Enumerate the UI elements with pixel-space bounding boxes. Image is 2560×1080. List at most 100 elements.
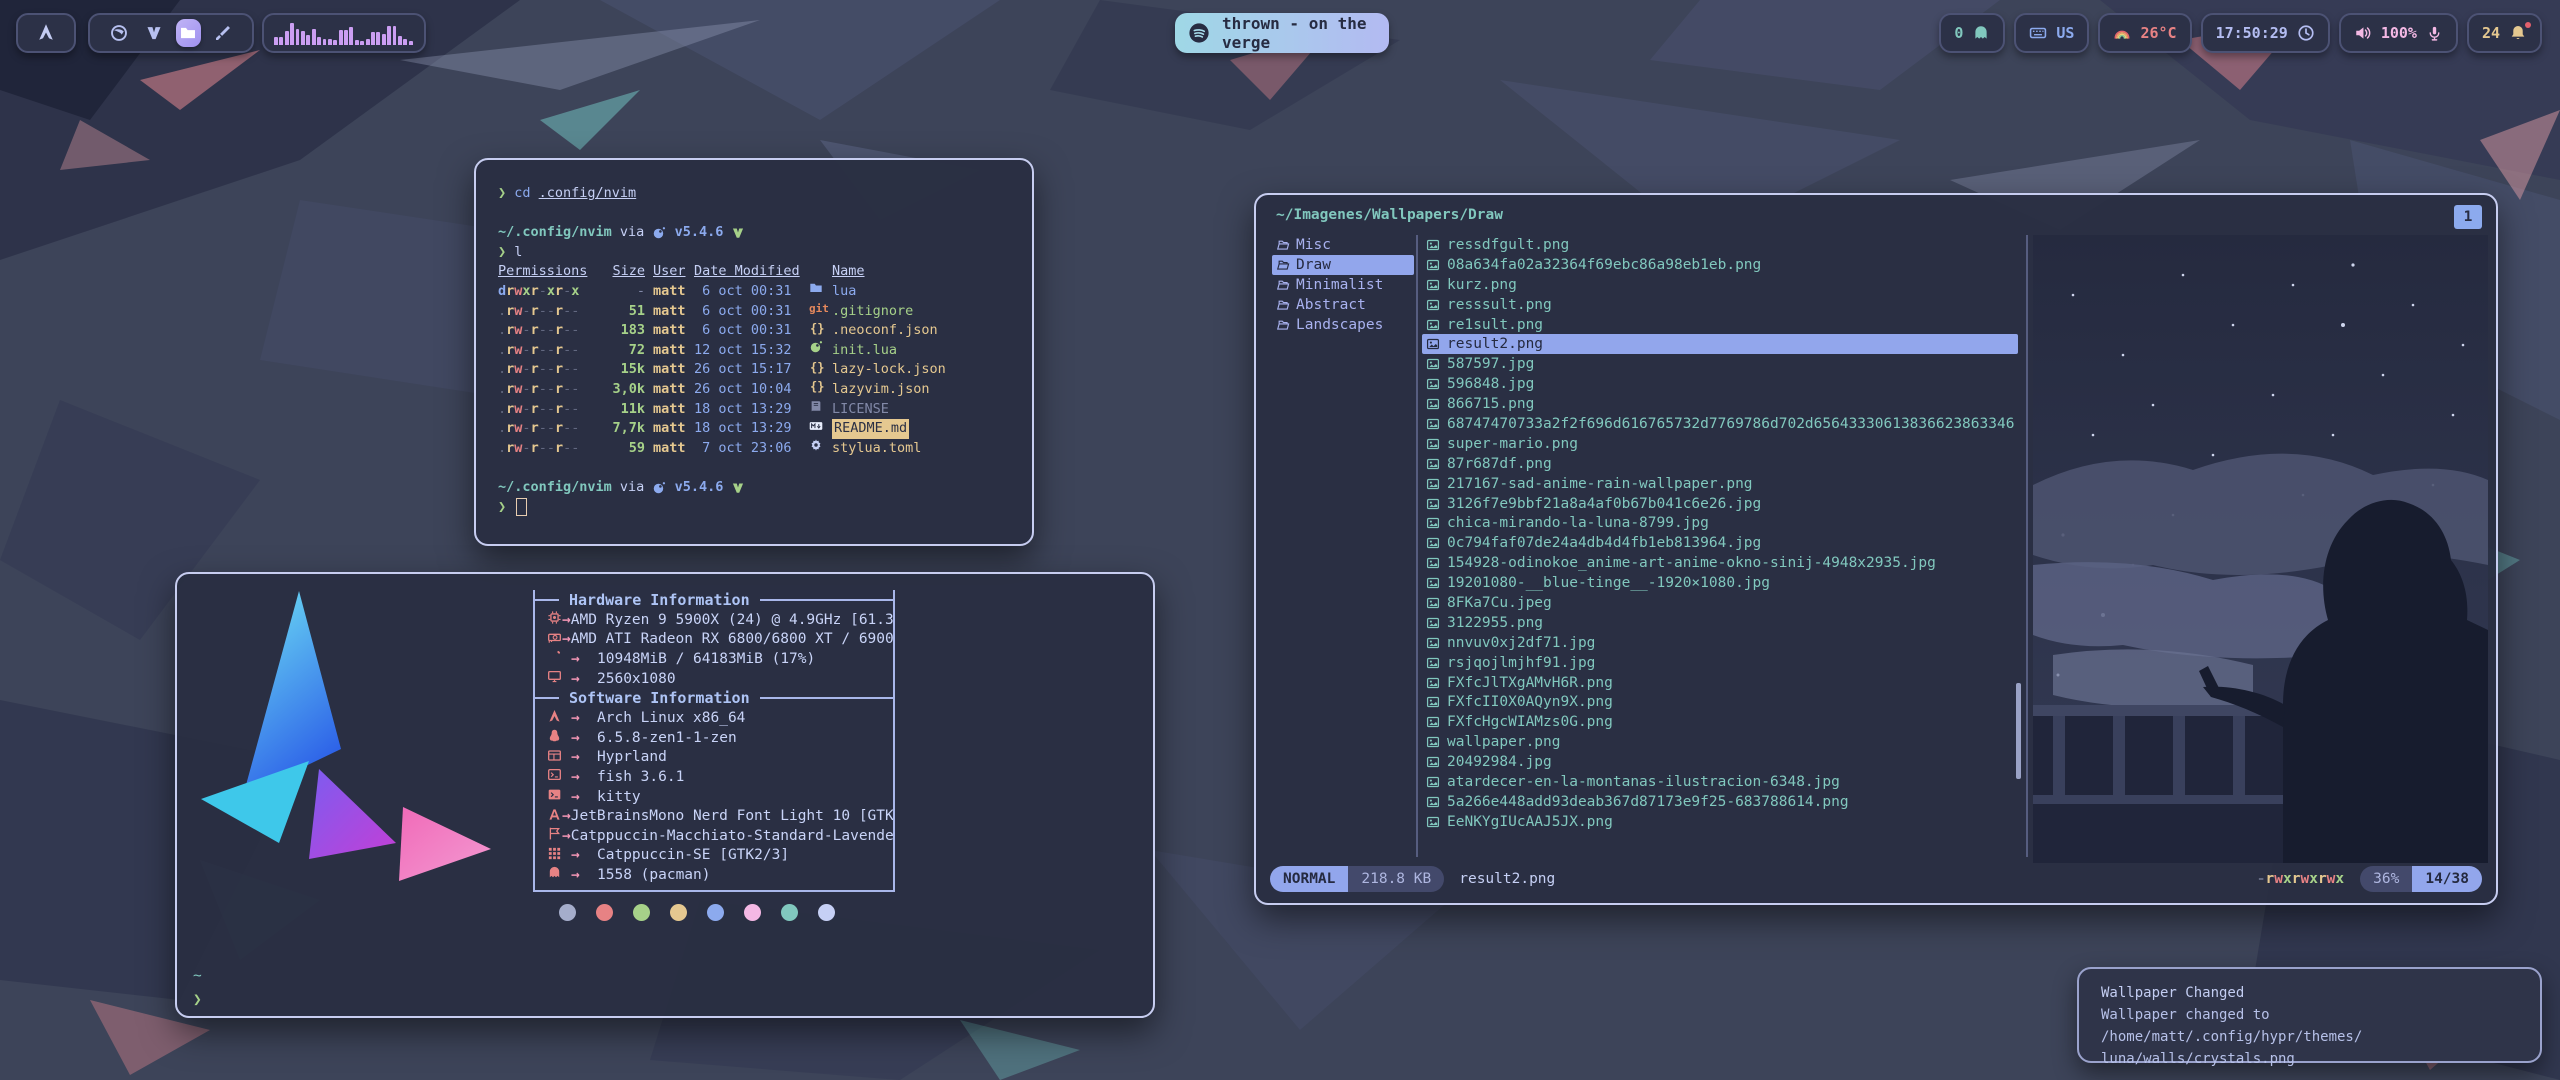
image-icon [1426,715,1440,729]
file-name: 08a634fa02a32364f69ebc86a98eb1eb.png [1447,257,1761,273]
file-list-item[interactable]: 217167-sad-anime-rain-wallpaper.png [1422,474,2018,494]
file-list-scrollbar[interactable] [2016,683,2021,779]
fetch-info-row: →kitty [535,787,893,807]
file-list-item[interactable]: super-mario.png [1422,434,2018,454]
kernel-icon [547,728,571,747]
dock-app-files[interactable] [176,19,202,47]
image-icon [1426,516,1440,530]
tray-updates[interactable]: 0 [1939,13,2005,53]
file-name: .gitignore [832,302,913,322]
tray-clock[interactable]: 17:50:29 [2201,13,2330,53]
folder-open-icon [1276,298,1290,312]
file-row[interactable]: drwxr-xr-x-matt 6 oct 00:31lua [498,282,1018,302]
now-playing-widget[interactable]: thrown - on the verge [1175,13,1389,53]
fetch-window[interactable]: Hardware Information →AMD Ryzen 9 5900X … [175,572,1155,1018]
file-list-item[interactable]: 87r687df.png [1422,454,2018,474]
file-list-item[interactable]: wallpaper.png [1422,732,2018,752]
file-list-item[interactable]: 866715.png [1422,394,2018,414]
grid-icon [547,846,571,865]
prompt-symbol: ❯ [193,988,202,1012]
file-list-item[interactable]: re1sult.png [1422,315,2018,335]
visualizer-bar [355,40,359,45]
file-row[interactable]: .rw-r--r--11kmatt18 oct 13:29LICENSE [498,400,1018,420]
dock-app-paint[interactable] [210,19,236,47]
lua-icon [652,481,666,495]
list-position-badge: 14/38 [2412,866,2482,892]
file-list-item[interactable]: EeNKYgIUcAAJ5JX.png [1422,812,2018,832]
user: matt [653,341,694,361]
file-list-item[interactable]: ressdfgult.png [1422,235,2018,255]
file-list-item[interactable]: 5a266e448add93deab367d87173e9f25-6837886… [1422,792,2018,812]
file-list-item[interactable]: FXfcII0X0AQyn9X.png [1422,692,2018,712]
file-list-item[interactable]: rsjqojlmjhf91.jpg [1422,653,2018,673]
file-list-item[interactable]: 20492984.jpg [1422,752,2018,772]
file-list-item[interactable]: 587597.jpg [1422,354,2018,374]
svg-text:{}: {} [810,321,824,335]
file-row[interactable]: .rw-r--r--183matt 6 oct 00:31{}.neoconf.… [498,321,1018,341]
text: 7 oct 23:06 [694,440,792,456]
file-list-item[interactable]: 68747470733a2f2f696d616765732d7769786d70… [1422,414,2018,434]
rainbow-icon [2113,24,2131,42]
software-title: Software Information [559,689,760,707]
tab-badge[interactable]: 1 [2454,205,2482,229]
file-name: 8FKa7Cu.jpeg [1447,595,1552,611]
arrow-icon: → [571,867,597,883]
tray-notifications[interactable]: 24 [2467,13,2542,53]
text: matt [653,322,686,338]
folder-sidebar: MiscDrawMinimalistAbstractLandscapes [1272,235,1414,335]
file-list-item[interactable]: 3122955.png [1422,613,2018,633]
file-manager-window[interactable]: ~/Imagenes/Wallpapers/Draw 1 MiscDrawMin… [1254,193,2498,905]
text: Permissions [498,263,587,279]
file-list-item[interactable]: 8FKa7Cu.jpeg [1422,593,2018,613]
sidebar-item-misc[interactable]: Misc [1272,235,1414,255]
file-list-item[interactable]: chica-mirando-la-luna-8799.jpg [1422,513,2018,533]
file-list-item[interactable]: 596848.jpg [1422,374,2018,394]
file-list-item[interactable]: 0c794faf07de24a4db4d4fb1eb813964.jpg [1422,533,2018,553]
lua-icon [809,340,823,354]
visualizer-bar [409,41,413,45]
font-icon [547,807,562,822]
sidebar-item-abstract[interactable]: Abstract [1272,295,1414,315]
pane-divider-right [2026,235,2028,857]
file-row[interactable]: .rw-r--r--59matt 7 oct 23:06stylua.toml [498,439,1018,459]
tray-volume[interactable]: 100% [2339,13,2458,53]
app-launcher-button[interactable] [16,13,76,53]
visualizer-bar [360,41,364,45]
wm-icon [547,748,571,767]
file-row[interactable]: .rw-r--r--7,7kmatt18 oct 13:29README.md [498,419,1018,439]
file-list-item[interactable]: 19201080-__blue-tinge__-1920×1080.jpg [1422,573,2018,593]
tray-keyboard-layout[interactable]: US [2014,13,2089,53]
file-type [809,340,825,361]
file-list-item[interactable]: FXfcJlTXgAMvH6R.png [1422,673,2018,693]
arch-logo-icon [547,709,562,724]
sidebar-item-draw[interactable]: Draw [1272,255,1414,275]
file-row[interactable]: .rw-r--r--51matt 6 oct 00:31git.gitignor… [498,302,1018,322]
terminal-window[interactable]: ❯ cd .config/nvim~/.config/nvim via v5.4… [474,158,1034,546]
tray-weather[interactable]: 26°C [2098,13,2191,53]
dock-app-vim[interactable] [141,19,167,47]
arrow-icon: → [562,631,571,647]
file-list-item[interactable]: nnvuv0xj2df71.jpg [1422,633,2018,653]
file-row[interactable]: .rw-r--r--3,0kmatt26 oct 10:04{}lazyvim.… [498,380,1018,400]
file-row[interactable]: .rw-r--r--15kmatt26 oct 15:17{}lazy-lock… [498,360,1018,380]
date-modified: 6 oct 00:31 [694,321,800,341]
sidebar-item-landscapes[interactable]: Landscapes [1272,315,1414,335]
file-list-item[interactable]: atardecer-en-la-montanas-ilustracion-634… [1422,772,2018,792]
info-value: 10948MiB / 64183MiB (17%) [597,651,815,667]
file-list-item[interactable]: FXfcHgcWIAMzs0G.png [1422,712,2018,732]
file-row[interactable]: .rw-r--r--72matt12 oct 15:32init.lua [498,341,1018,361]
notification-toast[interactable]: Wallpaper Changed Wallpaper changed to /… [2077,967,2542,1063]
keyboard-icon [2029,24,2047,42]
file-list-item[interactable]: kurz.png [1422,275,2018,295]
user: matt [653,419,694,439]
file-size-badge: 218.8 KB [1348,866,1444,892]
file-list-item[interactable]: 154928-odinokoe_anime-art-anime-okno-sin… [1422,553,2018,573]
size: 72 [594,341,645,361]
file-name: re1sult.png [1447,317,1543,333]
dock-app-firefox[interactable] [106,19,132,47]
file-list-item[interactable]: result2.png [1422,334,2018,354]
file-list-item[interactable]: resssult.png [1422,295,2018,315]
sidebar-item-minimalist[interactable]: Minimalist [1272,275,1414,295]
file-list-item[interactable]: 3126f7e9bbf21a8a4af0b67b041c6e26.jpg [1422,494,2018,514]
file-list-item[interactable]: 08a634fa02a32364f69ebc86a98eb1eb.png [1422,255,2018,275]
